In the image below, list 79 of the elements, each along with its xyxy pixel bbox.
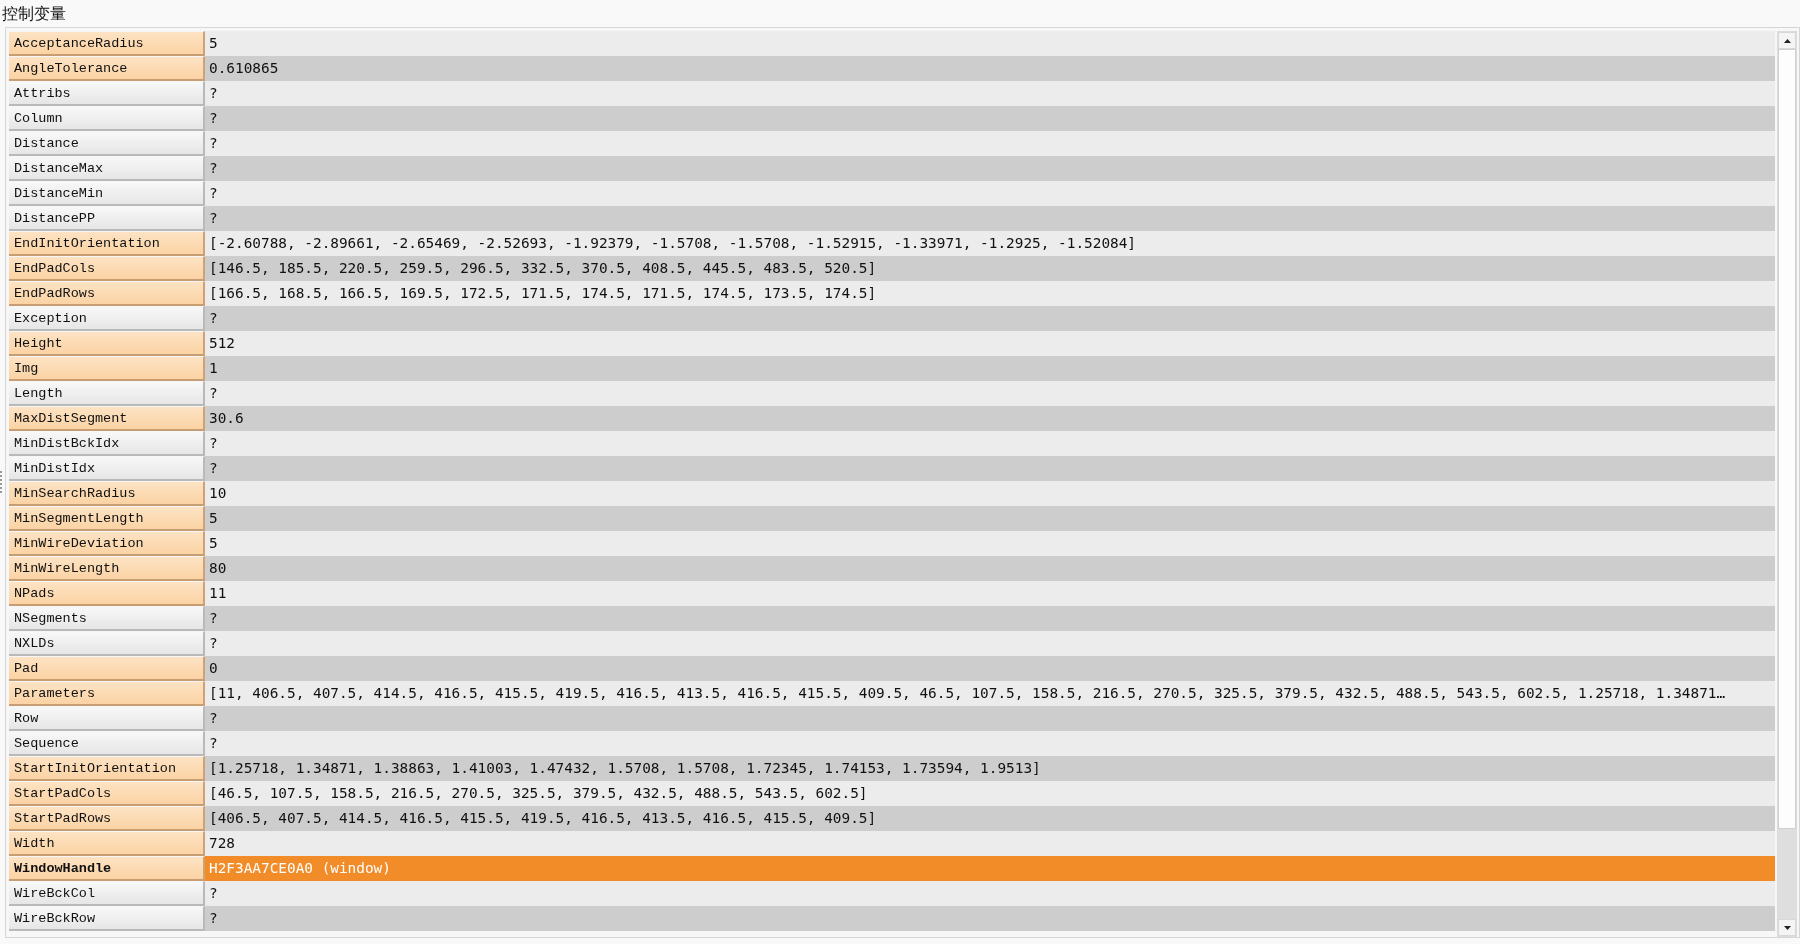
variable-value-cell[interactable]: ? [205,106,1775,131]
variable-name-cell[interactable]: Column [9,106,205,131]
variable-name-cell[interactable]: MinSearchRadius [9,481,205,506]
variable-name-cell[interactable]: Attribs [9,81,205,106]
variable-value-cell[interactable]: 10 [205,481,1775,506]
variable-name-cell[interactable]: DistancePP [9,206,205,231]
variable-value-cell[interactable]: ? [205,206,1775,231]
variable-name-cell[interactable]: NPads [9,581,205,606]
variable-name-cell[interactable]: Exception [9,306,205,331]
variable-value-cell[interactable]: ? [205,381,1775,406]
variable-name-cell[interactable]: StartPadRows [9,806,205,831]
variable-value-cell[interactable]: 0 [205,656,1775,681]
variable-name-cell[interactable]: Height [9,331,205,356]
variable-value-cell[interactable]: 5 [205,506,1775,531]
variable-name-cell[interactable]: NSegments [9,606,205,631]
variable-value-cell[interactable]: 512 [205,331,1775,356]
variable-value-cell[interactable]: [-2.60788, -2.89661, -2.65469, -2.52693, -1.92379, -1.5708, -1.5708, -1.52915, -1.33971, -1.2925, -1.52084] [205,231,1775,256]
scroll-down-button[interactable] [1778,919,1796,936]
variable-value-cell[interactable]: [11, 406.5, 407.5, 414.5, 416.5, 415.5, 419.5, 416.5, 413.5, 416.5, 415.5, 409.5, 46.5, 107.5, 158.5, 216.5, 270.5, 325.5, 379.5, 432.5, 488.5, 543.5, 602.5, 1.25718, 1.34871… [205,681,1775,706]
variable-name-cell[interactable]: MaxDistSegment [9,406,205,431]
variable-name-cell[interactable]: EndPadRows [9,281,205,306]
variable-name-cell[interactable]: Pad [9,656,205,681]
triangle-up-icon [1783,38,1791,43]
variable-value-cell[interactable]: 5 [205,531,1775,556]
variable-value-cell[interactable]: ? [205,181,1775,206]
variable-value-cell[interactable]: ? [205,731,1775,756]
variable-name-cell[interactable]: EndInitOrientation [9,231,205,256]
variable-name-cell[interactable]: MinWireLength [9,556,205,581]
variable-value-cell[interactable]: ? [205,606,1775,631]
variable-value-cell[interactable]: [406.5, 407.5, 414.5, 416.5, 415.5, 419.5, 416.5, 413.5, 416.5, 415.5, 409.5] [205,806,1775,831]
variable-value-cell[interactable]: 30.6 [205,406,1775,431]
variable-value-cell[interactable]: ? [205,431,1775,456]
variable-value-cell[interactable]: 11 [205,581,1775,606]
variable-name-cell[interactable]: StartInitOrientation [9,756,205,781]
variable-value-cell[interactable]: 728 [205,831,1775,856]
variable-name-cell[interactable]: Sequence [9,731,205,756]
vertical-scrollbar[interactable] [1777,31,1797,937]
triangle-down-icon [1783,925,1791,930]
variable-value-cell[interactable]: ? [205,156,1775,181]
variable-name-cell[interactable]: DistanceMax [9,156,205,181]
variable-name-cell[interactable]: Parameters [9,681,205,706]
variable-value-cell[interactable]: ? [205,706,1775,731]
variable-value-cell[interactable]: 5 [205,31,1775,56]
variable-name-cell[interactable]: MinDistBckIdx [9,431,205,456]
variable-value-cell[interactable]: ? [205,81,1775,106]
variable-name-cell[interactable]: WireBckRow [9,906,205,931]
splitter-grip-icon[interactable] [0,470,4,495]
variable-name-cell[interactable]: StartPadCols [9,781,205,806]
scrollbar-thumb[interactable] [1778,49,1796,829]
variable-name-cell[interactable]: NXLDs [9,631,205,656]
scroll-up-button[interactable] [1778,32,1796,49]
variable-value-cell[interactable]: 0.610865 [205,56,1775,81]
variable-value-cell[interactable]: ? [205,631,1775,656]
variable-name-cell[interactable]: AngleTolerance [9,56,205,81]
variable-name-cell[interactable]: MinDistIdx [9,456,205,481]
variable-name-cell[interactable]: Img [9,356,205,381]
variable-value-cell[interactable]: ? [205,131,1775,156]
variable-name-cell[interactable]: EndPadCols [9,256,205,281]
variable-value-cell[interactable]: 80 [205,556,1775,581]
variable-value-cell[interactable]: 1 [205,356,1775,381]
variable-value-cell[interactable]: [46.5, 107.5, 158.5, 216.5, 270.5, 325.5, 379.5, 432.5, 488.5, 543.5, 602.5] [205,781,1775,806]
variable-value-cell[interactable]: ? [205,881,1775,906]
variable-value-cell[interactable]: [1.25718, 1.34871, 1.38863, 1.41003, 1.47432, 1.5708, 1.5708, 1.72345, 1.74153, 1.73594, 1.9513] [205,756,1775,781]
variable-name-cell[interactable]: Distance [9,131,205,156]
variable-value-cell[interactable]: ? [205,306,1775,331]
variable-name-cell[interactable]: WindowHandle [9,856,205,881]
variable-name-cell[interactable]: WireBckCol [9,881,205,906]
variable-value-cell[interactable]: [146.5, 185.5, 220.5, 259.5, 296.5, 332.5, 370.5, 408.5, 445.5, 483.5, 520.5] [205,256,1775,281]
variable-name-cell[interactable]: Width [9,831,205,856]
variable-name-cell[interactable]: Row [9,706,205,731]
panel-title: 控制变量 [2,3,66,24]
variable-value-cell[interactable]: ? [205,906,1775,931]
variable-name-cell[interactable]: MinSegmentLength [9,506,205,531]
variable-name-cell[interactable]: Length [9,381,205,406]
variable-value-cell[interactable]: [166.5, 168.5, 166.5, 169.5, 172.5, 171.5, 174.5, 171.5, 174.5, 173.5, 174.5] [205,281,1775,306]
variable-name-cell[interactable]: MinWireDeviation [9,531,205,556]
variable-name-cell[interactable]: AcceptanceRadius [9,31,205,56]
variable-value-cell[interactable]: ? [205,456,1775,481]
variable-name-cell[interactable]: DistanceMin [9,181,205,206]
